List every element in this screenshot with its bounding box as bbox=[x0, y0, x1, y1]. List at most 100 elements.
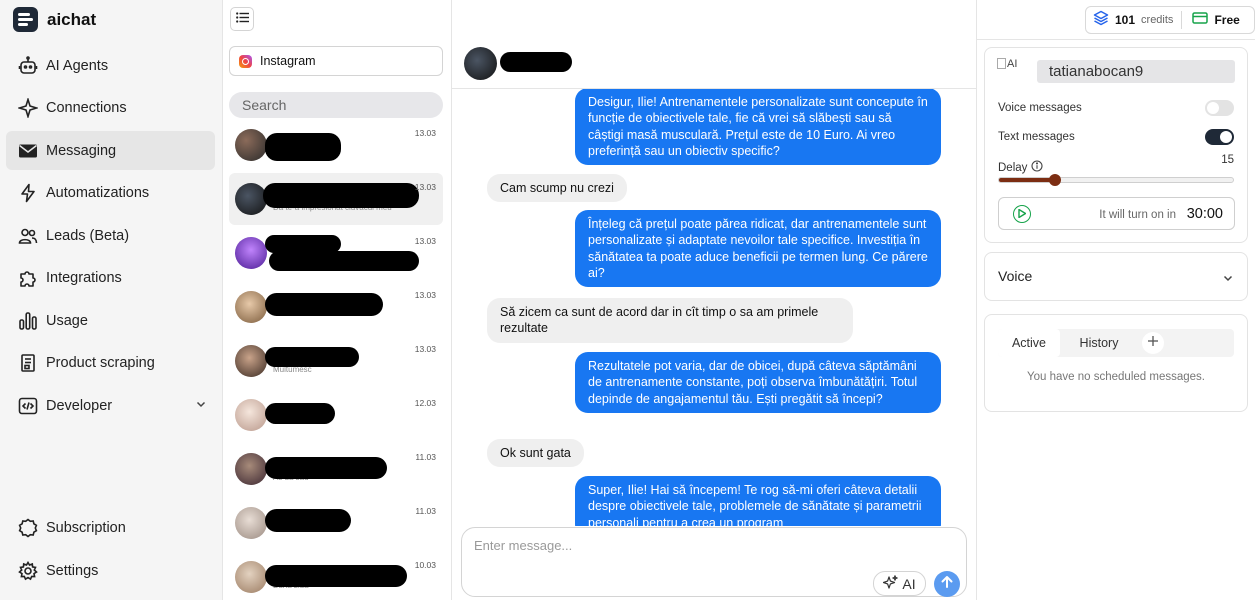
delay-value: 15 bbox=[1221, 154, 1234, 166]
nav-automatizations[interactable]: Automatizations bbox=[6, 173, 215, 212]
agent-card: AI tatianabocan9 Voice messages Text mes… bbox=[984, 47, 1248, 243]
empty-state-text: You have no scheduled messages. bbox=[998, 357, 1234, 397]
gear-icon bbox=[16, 559, 40, 583]
nav-developer[interactable]: Developer bbox=[6, 386, 215, 425]
redacted-name bbox=[265, 509, 351, 532]
message-bubble-outgoing: Înțeleg că prețul poate părea ridicat, d… bbox=[575, 210, 941, 288]
nav-usage[interactable]: Usage bbox=[6, 301, 215, 340]
conversation-item[interactable]: Da te-a impresionat cluvacul meu 13.03 bbox=[229, 173, 443, 225]
toggle-knob bbox=[1220, 131, 1232, 143]
add-schedule-button[interactable] bbox=[1142, 332, 1164, 354]
nav-label: AI Agents bbox=[46, 57, 109, 74]
delay-slider[interactable] bbox=[998, 174, 1234, 186]
scraper-icon bbox=[16, 351, 40, 375]
robot-icon bbox=[16, 54, 40, 78]
layers-icon bbox=[1093, 10, 1109, 31]
redacted-name bbox=[265, 133, 341, 161]
conversation-date: 12.03 bbox=[414, 398, 436, 408]
avatar bbox=[235, 507, 267, 539]
channel-label: Instagram bbox=[260, 54, 316, 68]
toggle-knob bbox=[1207, 102, 1219, 114]
conversation-item[interactable]: 13.03 bbox=[229, 281, 443, 333]
nav-leads[interactable]: Leads (Beta) bbox=[6, 216, 215, 255]
nav-label: Developer bbox=[46, 397, 113, 414]
play-button[interactable] bbox=[1013, 205, 1031, 223]
redacted-name bbox=[263, 183, 419, 208]
avatar bbox=[235, 183, 267, 215]
sparkle-icon bbox=[16, 96, 40, 120]
conversation-item[interactable]: 13.03 bbox=[229, 227, 443, 279]
chevron-down-icon bbox=[195, 397, 207, 415]
message-input[interactable] bbox=[474, 538, 854, 560]
message-bubble-incoming: Să zicem ca sunt de acord dar in cît tim… bbox=[487, 298, 853, 343]
username-field: tatianabocan9 bbox=[1037, 60, 1235, 83]
conversation-date: 13.03 bbox=[414, 236, 436, 246]
sparkles-icon bbox=[883, 574, 899, 593]
nav-product-scraping[interactable]: Product scraping bbox=[6, 343, 215, 382]
conversation-date: 11.03 bbox=[415, 506, 436, 516]
ai-button[interactable]: AI bbox=[873, 571, 926, 596]
avatar bbox=[235, 453, 267, 485]
nav-subscription[interactable]: Subscription bbox=[6, 508, 215, 547]
conversation-item[interactable]: 12.03 bbox=[229, 389, 443, 441]
nav-label: Settings bbox=[46, 562, 99, 579]
avatar bbox=[235, 561, 267, 593]
avatar bbox=[235, 291, 267, 323]
conversation-item[interactable]: Multumesc 13.03 bbox=[229, 335, 443, 387]
contact-avatar[interactable] bbox=[464, 47, 497, 80]
nav-settings[interactable]: Settings bbox=[6, 551, 215, 590]
info-icon[interactable] bbox=[1031, 160, 1043, 175]
redacted-name bbox=[265, 457, 387, 479]
slider-thumb[interactable] bbox=[1049, 174, 1062, 186]
conversation-list-panel: Instagram 13.03 Da te-a impresionat cluv… bbox=[223, 0, 452, 600]
nav-label: Automatizations bbox=[46, 184, 150, 201]
nav-messaging[interactable]: Messaging bbox=[6, 131, 215, 170]
nav-ai-agents[interactable]: AI Agents bbox=[6, 46, 215, 85]
scheduled-tabs: Active History bbox=[998, 329, 1234, 357]
redacted-name bbox=[265, 403, 335, 424]
conversation-date: 11.03 bbox=[415, 452, 436, 462]
plan-part: Free bbox=[1182, 7, 1240, 33]
tab-history[interactable]: History bbox=[1068, 329, 1130, 357]
redacted-name bbox=[265, 293, 383, 316]
auto-on-timer: It will turn on in 30:00 bbox=[998, 197, 1235, 230]
nav-label: Connections bbox=[46, 99, 127, 116]
conversation-item[interactable]: 13.03 bbox=[229, 119, 443, 171]
conversation-item[interactable]: Buna ziua 10.03 bbox=[229, 551, 443, 600]
menu-button[interactable] bbox=[230, 7, 254, 31]
nav-integrations[interactable]: Integrations bbox=[6, 258, 215, 297]
search-input[interactable] bbox=[229, 92, 443, 118]
sidebar: aichat AI Agents Connections Messaging A… bbox=[0, 0, 223, 600]
redacted-snippet bbox=[269, 251, 419, 271]
voice-section[interactable]: Voice bbox=[984, 252, 1248, 301]
conversation-date: 13.03 bbox=[414, 128, 436, 138]
bar-chart-icon bbox=[16, 309, 40, 333]
avatar bbox=[235, 129, 267, 161]
nav-connections[interactable]: Connections bbox=[6, 88, 215, 127]
credits-badge[interactable]: 101 credits Free bbox=[1085, 6, 1255, 34]
envelope-icon bbox=[16, 139, 40, 163]
credits-value: 101 bbox=[1115, 13, 1136, 27]
avatar bbox=[235, 399, 267, 431]
channel-selector[interactable]: Instagram bbox=[229, 46, 443, 76]
delay-label: Delay bbox=[998, 161, 1028, 174]
voice-messages-toggle[interactable] bbox=[1205, 100, 1234, 116]
message-composer: AI bbox=[461, 527, 967, 597]
instagram-icon bbox=[239, 54, 252, 68]
redacted-name bbox=[265, 347, 359, 367]
conversation-item[interactable]: 11.03 bbox=[229, 497, 443, 549]
plus-icon bbox=[1147, 334, 1159, 352]
redacted-contact-name bbox=[500, 52, 572, 72]
text-messages-toggle[interactable] bbox=[1205, 129, 1234, 145]
code-icon bbox=[16, 394, 40, 418]
tab-active[interactable]: Active bbox=[998, 329, 1060, 357]
conversation-date: 13.03 bbox=[414, 182, 436, 192]
app-logo[interactable]: aichat bbox=[13, 7, 96, 32]
conversation-item[interactable]: As da sau 11.03 bbox=[229, 443, 443, 495]
avatar bbox=[235, 237, 267, 269]
chat-header bbox=[452, 40, 977, 89]
message-bubble-outgoing: Desigur, Ilie! Antrenamentele personaliz… bbox=[575, 89, 941, 166]
credits-label: credits bbox=[1141, 14, 1174, 26]
send-button[interactable] bbox=[934, 571, 960, 597]
message-bubble-incoming: Cam scump nu crezi bbox=[487, 174, 627, 203]
